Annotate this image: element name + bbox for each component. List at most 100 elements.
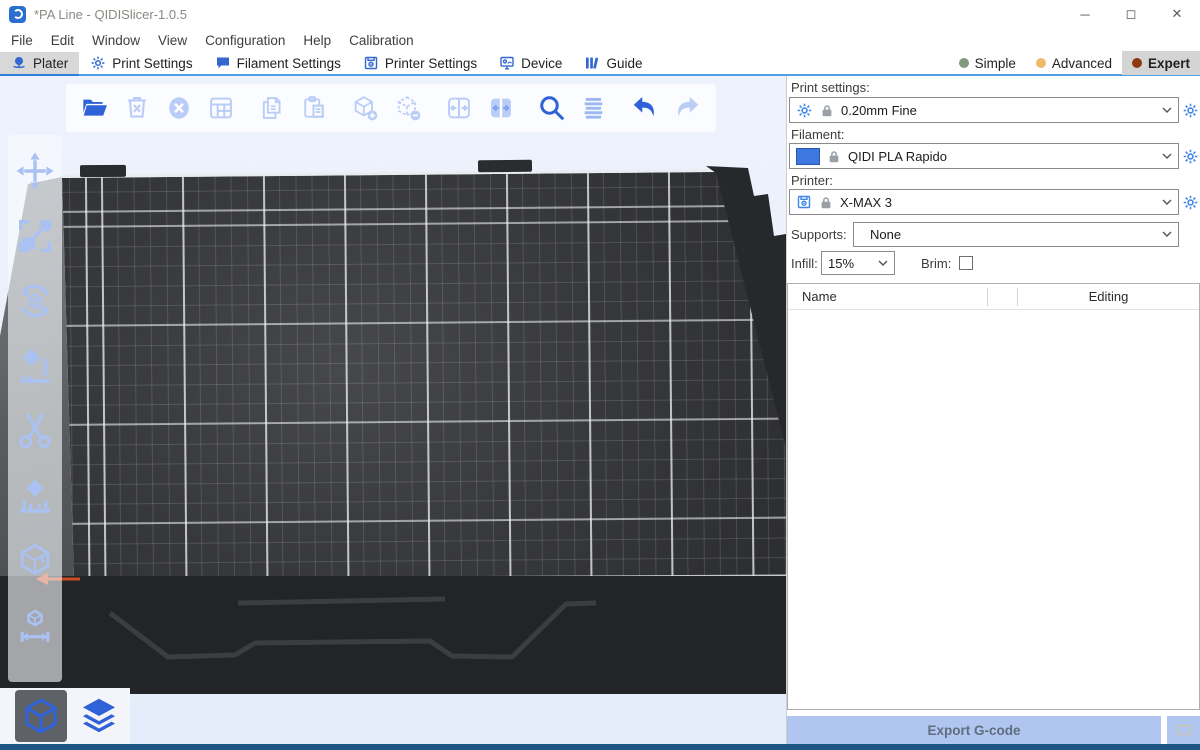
supports-value: None [860, 227, 1155, 242]
chevron-down-icon [1162, 107, 1172, 114]
plater-icon [11, 55, 27, 71]
remove-instance-button[interactable] [389, 88, 426, 128]
split-to-parts-button[interactable] [482, 88, 519, 128]
3d-viewport[interactable] [0, 76, 786, 744]
menu-file[interactable]: File [2, 28, 42, 52]
base-handle-outline [0, 576, 786, 694]
split-to-objects-button[interactable] [440, 88, 477, 128]
menu-configuration[interactable]: Configuration [196, 28, 294, 52]
menu-bar: File Edit Window View Configuration Help… [0, 28, 1200, 52]
3d-editor-view-button[interactable] [15, 690, 67, 742]
lock-icon [820, 103, 834, 118]
gear-icon [796, 102, 813, 119]
mode-advanced[interactable]: Advanced [1026, 51, 1122, 75]
gizmo-toolbar [8, 135, 62, 682]
tab-device[interactable]: Device [488, 51, 573, 75]
undo-icon [630, 93, 660, 123]
menu-window[interactable]: Window [83, 28, 149, 52]
print-settings-label: Print settings: [791, 80, 870, 95]
printer-gear-button[interactable] [1181, 193, 1199, 211]
export-gcode-button[interactable]: Export G-code [787, 716, 1161, 744]
paste-icon [300, 94, 328, 122]
advanced-dot-icon [1036, 58, 1046, 68]
print-settings-gear-button[interactable] [1181, 101, 1199, 119]
mode-simple[interactable]: Simple [949, 51, 1026, 75]
open-button[interactable] [76, 88, 113, 128]
lock-icon [819, 195, 833, 210]
measure-icon [15, 606, 55, 646]
gear-icon [1182, 194, 1199, 211]
window-bottom-border [0, 744, 1200, 750]
infill-combo[interactable]: 15% [821, 251, 895, 275]
qidislicer-window: *PA Line - QIDISlicer-1.0.5 ─ ◻ ✕ File E… [0, 0, 1200, 750]
mode-expert[interactable]: Expert [1122, 51, 1200, 75]
move-gizmo-button[interactable] [14, 147, 56, 195]
arrange-button[interactable] [202, 88, 239, 128]
variable-layer-height-button[interactable] [576, 88, 613, 128]
copy-button[interactable] [254, 88, 291, 128]
print-settings-combo[interactable]: 0.20mm Fine [789, 97, 1179, 123]
support-painting-gizmo-button[interactable] [14, 472, 56, 520]
menu-calibration[interactable]: Calibration [340, 28, 423, 52]
menu-help[interactable]: Help [294, 28, 340, 52]
seam-painting-gizmo-button[interactable] [14, 537, 56, 585]
object-list-header: Name Editing [788, 284, 1199, 310]
tab-guide[interactable]: Guide [573, 51, 653, 75]
place-on-face-gizmo-button[interactable] [14, 342, 56, 390]
open-folder-icon [81, 94, 109, 122]
minimize-button[interactable]: ─ [1062, 0, 1108, 28]
search-button[interactable] [533, 88, 570, 128]
menu-view[interactable]: View [149, 28, 196, 52]
filament-gear-button[interactable] [1181, 147, 1199, 165]
tab-filament-settings[interactable]: Filament Settings [204, 51, 352, 75]
undo-button[interactable] [627, 88, 664, 128]
tab-print-settings[interactable]: Print Settings [79, 51, 203, 75]
tab-printer-settings[interactable]: Printer Settings [352, 51, 488, 75]
filament-color-swatch [796, 148, 820, 165]
main-tab-bar: Plater Print Settings Filament Settings … [0, 52, 1200, 76]
mode-selector: Simple Advanced Expert [949, 51, 1200, 75]
maximize-button[interactable]: ◻ [1108, 0, 1154, 28]
printer-icon [363, 55, 379, 71]
supports-combo[interactable]: None [853, 222, 1179, 247]
tab-plater[interactable]: Plater [0, 52, 79, 76]
window-title: *PA Line - QIDISlicer-1.0.5 [34, 7, 187, 22]
move-icon [15, 151, 55, 191]
measure-gizmo-button[interactable] [14, 602, 56, 650]
search-icon [537, 93, 567, 123]
preview-layers-button[interactable] [73, 690, 125, 742]
filament-value: QIDI PLA Rapido [848, 149, 1155, 164]
redo-icon [672, 93, 702, 123]
export-to-sd-button[interactable] [1167, 716, 1200, 744]
split-to-objects-icon [445, 94, 473, 122]
tab-label: Print Settings [112, 56, 192, 71]
paste-button[interactable] [296, 88, 333, 128]
arrange-icon [207, 94, 235, 122]
gear-icon [90, 55, 106, 71]
cut-gizmo-button[interactable] [14, 407, 56, 455]
rotate-gizmo-button[interactable] [14, 277, 56, 325]
brim-label: Brim: [921, 256, 951, 271]
brim-checkbox[interactable] [959, 256, 973, 270]
sd-card-icon [1177, 725, 1191, 735]
view-toggle [0, 688, 130, 744]
filament-combo[interactable]: QIDI PLA Rapido [789, 143, 1179, 169]
infill-value: 15% [828, 256, 871, 271]
plater-toolbar [66, 84, 716, 132]
support-painting-icon [15, 476, 55, 516]
add-instance-icon [351, 94, 379, 122]
menu-edit[interactable]: Edit [42, 28, 83, 52]
redo-button[interactable] [669, 88, 706, 128]
3d-editor-cube-icon [21, 696, 61, 736]
delete-all-button[interactable] [160, 88, 197, 128]
tab-label: Printer Settings [385, 56, 477, 71]
supports-label: Supports: [791, 227, 847, 242]
gear-icon [1182, 148, 1199, 165]
printer-combo[interactable]: X-MAX 3 [789, 189, 1179, 215]
scale-gizmo-button[interactable] [14, 212, 56, 260]
add-instance-button[interactable] [347, 88, 384, 128]
delete-button[interactable] [118, 88, 155, 128]
close-button[interactable]: ✕ [1154, 0, 1200, 28]
mode-label: Simple [975, 56, 1016, 71]
object-list[interactable]: Name Editing [787, 283, 1200, 710]
